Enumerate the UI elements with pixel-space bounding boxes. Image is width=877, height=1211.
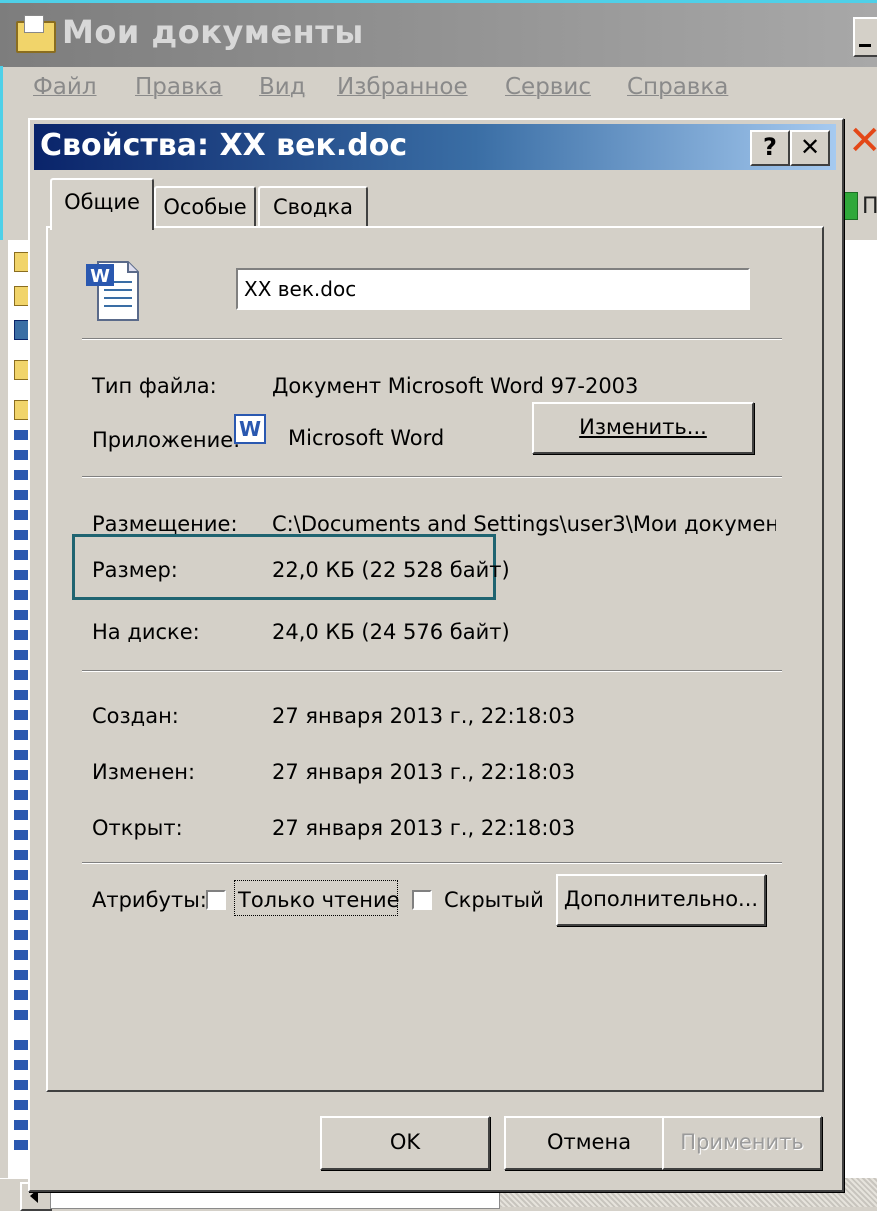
file-name-input[interactable] [236,268,750,310]
file-type-label: Тип файла: [92,374,217,398]
word-file-icons [14,1040,28,1160]
change-app-button[interactable]: Изменить... [532,402,754,454]
readonly-checkbox[interactable] [206,890,226,910]
apply-button[interactable]: Применить [662,1116,822,1170]
modified-label: Изменен: [92,760,196,784]
opened-label: Открыт: [92,816,183,840]
word-app-icon: W [234,414,266,444]
disk-size-value: 24,0 КБ (24 576 байт) [272,620,510,644]
close-button[interactable]: ✕ [790,130,830,166]
modified-value: 27 января 2013 г., 22:18:03 [272,760,576,784]
dialog-title: Свойства: XX век.doc [40,128,408,163]
general-tab-panel: W Тип файла: Документ Microsoft Word 97-… [46,226,824,1092]
hidden-checkbox[interactable] [412,890,432,910]
explorer-menu-bar: Файл Правка Вид Избранное Сервис Справка [0,66,877,112]
change-button-label: Изменить... [579,415,707,439]
help-button[interactable]: ? [750,130,790,166]
separator [82,338,782,340]
explorer-minimize-button[interactable] [853,17,877,57]
delete-x-icon[interactable]: ✕ [848,118,877,164]
tab-special[interactable]: Особые [154,186,256,228]
menu-file[interactable]: Файл [33,74,97,100]
opened-value: 27 января 2013 г., 22:18:03 [272,816,576,840]
explorer-title-bar: Мои документы [0,0,877,67]
go-button-label[interactable]: П [862,194,877,219]
menu-tools[interactable]: Сервис [505,74,591,100]
word-document-icon: W [86,261,139,321]
dialog-title-bar[interactable]: Свойства: XX век.doc ? ✕ [34,124,836,170]
cancel-button[interactable]: Отмена [504,1116,674,1170]
separator [82,670,782,672]
word-file-icons [14,430,28,1030]
hidden-label[interactable]: Скрытый [444,888,544,912]
menu-favorites[interactable]: Избранное [337,74,468,100]
file-type-value: Документ Microsoft Word 97-2003 [272,374,639,398]
size-value: 22,0 КБ (22 528 байт) [272,558,510,582]
application-label: Приложение: [92,428,241,452]
created-label: Создан: [92,704,179,728]
menu-help[interactable]: Справка [627,74,728,100]
attributes-label: Атрибуты: [92,888,207,912]
tab-summary[interactable]: Сводка [258,186,368,228]
size-label: Размер: [92,558,178,582]
created-value: 27 января 2013 г., 22:18:03 [272,704,576,728]
properties-dialog: Свойства: XX век.doc ? ✕ Общие Особые Св… [28,118,844,1192]
advanced-button[interactable]: Дополнительно... [556,874,766,926]
svg-text:W: W [90,266,110,287]
separator [82,862,782,864]
readonly-label[interactable]: Только чтение [238,888,400,912]
my-documents-icon [16,15,56,53]
menu-view[interactable]: Вид [259,74,306,100]
location-value: C:\Documents and Settings\user3\Мои доку… [272,512,776,536]
separator [82,476,782,478]
disk-size-label: На диске: [92,620,200,644]
location-label: Размещение: [92,512,238,536]
tab-general[interactable]: Общие [50,178,154,230]
menu-edit[interactable]: Правка [135,74,223,100]
application-value: Microsoft Word [288,426,445,450]
ok-button[interactable]: OK [320,1116,490,1170]
explorer-title: Мои документы [62,13,364,51]
